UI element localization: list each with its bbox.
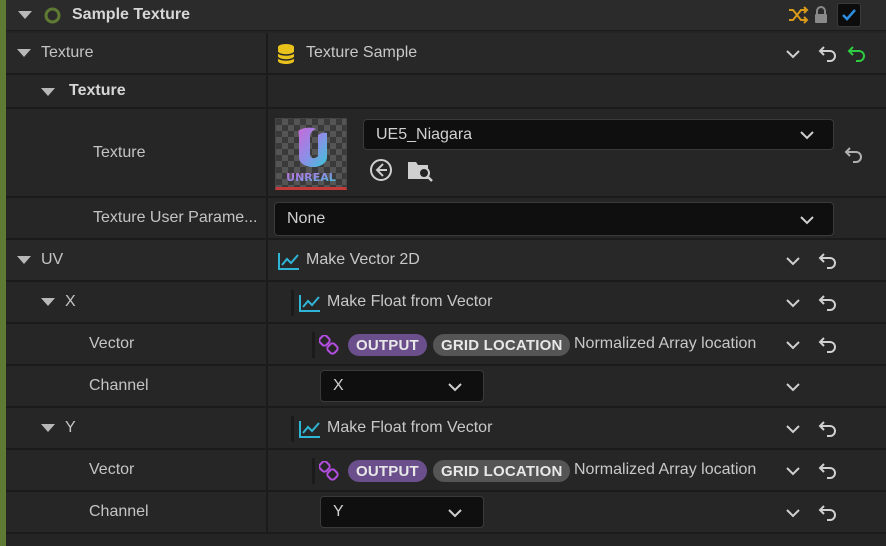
collapse-triangle-icon[interactable] bbox=[41, 88, 55, 96]
collapse-triangle-icon[interactable] bbox=[41, 424, 55, 432]
reset-icon[interactable] bbox=[818, 44, 838, 62]
module-header: Sample Texture bbox=[6, 0, 886, 31]
svg-text:UNREAL: UNREAL bbox=[286, 171, 336, 184]
texture-param-label: Texture bbox=[41, 44, 94, 61]
chevron-down-icon[interactable] bbox=[784, 421, 802, 437]
indent-line bbox=[291, 290, 294, 316]
row-user-param: Texture User Parame... None bbox=[6, 198, 886, 240]
collapse-triangle-icon[interactable] bbox=[17, 49, 31, 57]
x-vector-label: Vector bbox=[89, 335, 135, 352]
y-channel-dropdown[interactable]: Y bbox=[320, 496, 484, 528]
collapse-triangle-icon[interactable] bbox=[17, 256, 31, 264]
chevron-down-icon[interactable] bbox=[784, 295, 802, 311]
y-value[interactable]: Make Float from Vector bbox=[327, 408, 492, 448]
y-vector-label: Vector bbox=[89, 461, 135, 478]
row-texture-group: Texture bbox=[6, 75, 886, 109]
texture-param-value[interactable]: Texture Sample bbox=[306, 33, 417, 73]
chevron-down-icon[interactable] bbox=[784, 253, 802, 269]
indent-line bbox=[291, 416, 294, 442]
row-y: Y Make Float from Vector bbox=[6, 408, 886, 450]
grid-location-pill: GRID LOCATION bbox=[433, 334, 571, 356]
lock-icon[interactable] bbox=[813, 5, 829, 25]
enabled-checkbox[interactable] bbox=[837, 3, 861, 27]
chevron-down-icon[interactable] bbox=[784, 463, 802, 479]
collapse-triangle-icon[interactable] bbox=[18, 11, 32, 19]
reset-icon[interactable] bbox=[844, 145, 864, 163]
output-pill: OUTPUT bbox=[348, 460, 427, 482]
row-y-channel: Channel Y bbox=[6, 492, 886, 534]
reset-icon[interactable] bbox=[818, 293, 838, 311]
texture-thumbnail[interactable]: UNREAL bbox=[275, 118, 347, 190]
user-param-label: Texture User Parame... bbox=[93, 209, 258, 226]
x-channel-value: X bbox=[333, 377, 344, 394]
module-title: Sample Texture bbox=[72, 6, 190, 23]
grid-location-pill: GRID LOCATION bbox=[433, 460, 571, 482]
chevron-down-icon[interactable] bbox=[784, 46, 802, 62]
x-channel-label: Channel bbox=[89, 377, 149, 394]
reset-icon[interactable] bbox=[818, 419, 838, 437]
x-channel-dropdown[interactable]: X bbox=[320, 370, 484, 402]
chevron-down-icon[interactable] bbox=[784, 337, 802, 353]
texture-asset-value: UE5_Niagara bbox=[376, 125, 473, 143]
x-vector-value: Normalized Array location bbox=[574, 335, 757, 352]
chevron-down-icon bbox=[447, 380, 463, 394]
y-label: Y bbox=[65, 419, 76, 436]
output-pill: OUTPUT bbox=[348, 334, 427, 356]
reset-icon[interactable] bbox=[818, 335, 838, 353]
texture-group-label: Texture bbox=[69, 82, 126, 99]
y-vector-value: Normalized Array location bbox=[574, 461, 757, 478]
chevron-down-icon bbox=[799, 128, 815, 142]
row-texture-param: Texture Texture Sample bbox=[6, 33, 886, 75]
row-x-vector: Vector OUTPUT GRID LOCATION Normalized A… bbox=[6, 324, 886, 366]
chevron-down-icon[interactable] bbox=[784, 505, 802, 521]
link-icon bbox=[319, 335, 339, 355]
y-channel-value: Y bbox=[333, 503, 344, 520]
x-value[interactable]: Make Float from Vector bbox=[327, 282, 492, 322]
chevron-down-icon bbox=[799, 213, 815, 227]
details-panel: Sample Texture Texture Texture Sample Te… bbox=[6, 0, 886, 546]
database-icon bbox=[277, 43, 295, 65]
reset-icon[interactable] bbox=[818, 461, 838, 479]
chevron-down-icon bbox=[447, 506, 463, 520]
texture-asset-dropdown[interactable]: UE5_Niagara bbox=[363, 119, 834, 150]
indent-line bbox=[312, 332, 315, 358]
x-label: X bbox=[65, 293, 76, 310]
collapse-triangle-icon[interactable] bbox=[41, 298, 55, 306]
uv-value[interactable]: Make Vector 2D bbox=[306, 240, 420, 280]
shuffle-icon[interactable] bbox=[787, 5, 809, 25]
user-param-dropdown[interactable]: None bbox=[274, 202, 834, 236]
graph-icon bbox=[277, 251, 301, 271]
user-param-value: None bbox=[287, 210, 326, 227]
texture-asset-label: Texture bbox=[93, 143, 146, 161]
row-uv: UV Make Vector 2D bbox=[6, 240, 886, 282]
indent-line bbox=[312, 458, 315, 484]
use-selected-asset-icon[interactable] bbox=[368, 157, 394, 183]
link-icon bbox=[319, 461, 339, 481]
row-x-channel: Channel X bbox=[6, 366, 886, 408]
circle-icon bbox=[44, 7, 61, 24]
row-x: X Make Float from Vector bbox=[6, 282, 886, 324]
row-y-vector: Vector OUTPUT GRID LOCATION Normalized A… bbox=[6, 450, 886, 492]
reset-to-default-icon[interactable] bbox=[847, 44, 867, 62]
reset-icon[interactable] bbox=[818, 503, 838, 521]
y-channel-label: Channel bbox=[89, 503, 149, 520]
graph-icon bbox=[298, 293, 322, 313]
chevron-down-icon[interactable] bbox=[784, 379, 802, 395]
graph-icon bbox=[298, 419, 322, 439]
reset-icon[interactable] bbox=[818, 251, 838, 269]
browse-asset-icon[interactable] bbox=[406, 157, 434, 183]
uv-label: UV bbox=[41, 251, 64, 268]
